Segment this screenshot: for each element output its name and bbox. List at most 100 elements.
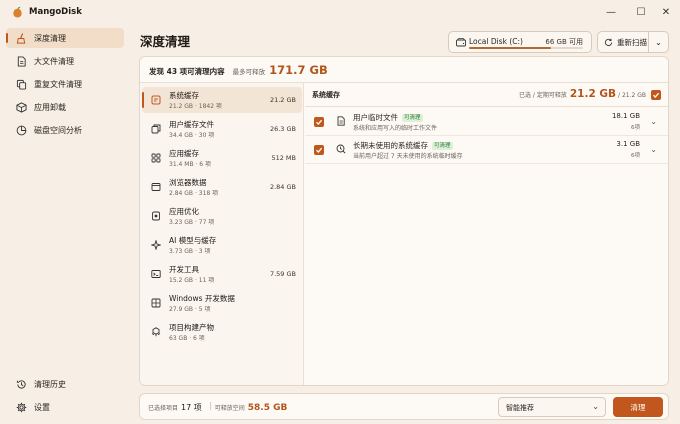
item-name: 用户临时文件 可清理: [353, 112, 423, 123]
item-size: 18.1 GB: [611, 112, 640, 120]
sidebar-item-disk-analysis[interactable]: 磁盘空间分析: [6, 120, 124, 140]
clock-search-icon: [336, 144, 346, 154]
selected-items-label: 已选择项目: [148, 405, 179, 412]
scan-summary: 发现 43 项可清理内容 最多可释放 171.7 GB: [149, 63, 328, 77]
item-name-text: 长期未使用的系统缓存: [353, 141, 428, 150]
sidebar-item-duplicates[interactable]: 重复文件清理: [6, 74, 124, 94]
document-icon: [336, 116, 346, 126]
maximize-button[interactable]: ☐: [631, 4, 651, 20]
disk-name: Local Disk (C:): [469, 37, 523, 46]
category-windows-dev-data[interactable]: Windows 开发数据 27.9 GB · 5 项: [142, 290, 302, 316]
category-details: 3.73 GB · 3 项: [169, 248, 211, 255]
mango-logo-icon: [13, 6, 22, 18]
rescan-button[interactable]: 重新扫描: [597, 31, 649, 53]
browser-icon: [151, 182, 161, 192]
selected-items-count: 17 项: [181, 403, 202, 412]
category-app-cache[interactable]: 应用缓存 31.4 MB · 6 项 512 MB: [142, 145, 302, 171]
sidebar-item-settings[interactable]: 设置: [6, 397, 124, 417]
rescan-label: 重新扫描: [617, 37, 647, 47]
reclaim-label: 可释放空间: [214, 405, 245, 412]
category-build-artifacts[interactable]: 项目构建产物 63 GB · 6 项: [142, 319, 302, 345]
checkmark-icon: [653, 92, 660, 98]
selection-stats: 已选择项目 17 项 可释放空间 58.5 GB: [148, 402, 287, 413]
category-name: AI 模型与缓存: [169, 236, 217, 245]
close-button[interactable]: ✕: [656, 4, 676, 20]
results-panel: 发现 43 项可清理内容 最多可释放 171.7 GB 系统缓存 21.2 GB…: [139, 56, 669, 386]
list-item[interactable]: 用户临时文件 可清理 系统和应用写入的临时工作文件 18.1 GB 6项 ⌄: [305, 108, 668, 136]
category-dev-tools[interactable]: 开发工具 15.2 GB · 11 项 7.59 GB: [142, 261, 302, 287]
selected-label: 已选 / 定期可释放: [519, 92, 567, 99]
clean-button[interactable]: 清理: [613, 397, 663, 417]
apps-grid-icon: [151, 153, 161, 163]
action-bar: 已选择项目 17 项 可释放空间 58.5 GB 智能推荐 ⌄ 清理: [139, 393, 669, 420]
copy-icon: [15, 78, 27, 90]
checkmark-icon: [316, 147, 323, 153]
item-description: 当前用户超过 7 天未使用的系统临时缓存: [353, 153, 463, 160]
sidebar-item-uninstall[interactable]: 应用卸载: [6, 97, 124, 117]
found-count: 发现 43 项可清理内容: [149, 67, 225, 76]
chevron-down-icon[interactable]: ⌄: [650, 117, 657, 126]
disk-free-space: 66 GB 可用: [545, 38, 583, 46]
category-name: 浏览器数据: [169, 178, 207, 187]
item-checkbox[interactable]: [314, 145, 324, 155]
history-icon: [15, 378, 27, 390]
detail-header: 系统缓存 已选 / 定期可释放 21.2 GB / 21.2 GB: [305, 83, 668, 107]
minimize-button[interactable]: —: [601, 4, 621, 20]
category-name: Windows 开发数据: [169, 294, 235, 303]
app-window: MangoDisk — ☐ ✕ 深度清理 大文件清理 重复文件清理 应用卸载 磁…: [0, 0, 680, 424]
select-all-checkbox[interactable]: [651, 90, 661, 100]
reclaim-value: 58.5 GB: [247, 403, 288, 413]
safe-tag: 可清理: [402, 113, 423, 122]
item-count: 6项: [631, 125, 640, 131]
page-title: 深度清理: [140, 34, 191, 49]
category-user-cache[interactable]: 用户缓存文件 34.4 GB · 30 项 26.3 GB: [142, 116, 302, 142]
rescan-options-dropdown[interactable]: ⌄: [649, 31, 669, 53]
separator: [209, 402, 211, 410]
sidebar-item-label: 大文件清理: [34, 56, 74, 66]
chevron-down-icon[interactable]: ⌄: [650, 145, 657, 154]
disk-usage-bar: [469, 47, 583, 49]
category-app-optimize[interactable]: 应用优化 3.23 GB · 77 项: [142, 203, 302, 229]
category-browser-data[interactable]: 浏览器数据 2.84 GB · 318 项 2.84 GB: [142, 174, 302, 200]
sidebar-item-history[interactable]: 清理历史: [6, 374, 124, 394]
optimize-icon: [151, 211, 161, 221]
chevron-down-icon: ⌄: [592, 402, 599, 411]
broom-icon: [15, 32, 27, 44]
category-size: 26.3 GB: [269, 125, 296, 133]
category-name: 应用缓存: [169, 149, 199, 158]
item-checkbox[interactable]: [314, 117, 324, 127]
category-size: 7.59 GB: [269, 270, 296, 278]
category-size: 2.84 GB: [269, 183, 296, 191]
detail-pane: 系统缓存 已选 / 定期可释放 21.2 GB / 21.2 GB 用户临时文件: [305, 83, 668, 385]
item-size: 3.1 GB: [616, 140, 640, 148]
list-item[interactable]: 长期未使用的系统缓存 可清理 当前用户超过 7 天未使用的系统临时缓存 3.1 …: [305, 136, 668, 164]
item-name: 长期未使用的系统缓存 可清理: [353, 140, 453, 151]
disk-selector[interactable]: Local Disk (C:) 66 GB 可用: [448, 31, 592, 53]
category-name: 项目构建产物: [169, 323, 214, 332]
category-size: 21.2 GB: [269, 96, 296, 104]
sidebar-item-label: 深度清理: [34, 33, 66, 43]
sidebar-item-label: 磁盘空间分析: [34, 125, 82, 135]
category-list: 系统缓存 21.2 GB · 1842 项 21.2 GB 用户缓存文件 34.…: [140, 83, 304, 385]
file-icon: [15, 55, 27, 67]
gear-icon: [15, 401, 27, 413]
category-system-cache[interactable]: 系统缓存 21.2 GB · 1842 项 21.2 GB: [142, 87, 302, 113]
item-name-text: 用户临时文件: [353, 113, 398, 122]
category-ai-models[interactable]: AI 模型与缓存 3.73 GB · 3 项: [142, 232, 302, 258]
category-name: 系统缓存: [169, 91, 199, 100]
sidebar-item-deep-clean[interactable]: 深度清理: [6, 28, 124, 48]
package-icon: [15, 101, 27, 113]
selected-total: / 21.2 GB: [618, 92, 646, 99]
pie-chart-icon: [15, 124, 27, 136]
sidebar-item-large-files[interactable]: 大文件清理: [6, 51, 124, 71]
sidebar: 深度清理 大文件清理 重复文件清理 应用卸载 磁盘空间分析 清理历史 设置: [0, 24, 130, 424]
reclaimable-label: 最多可释放: [232, 68, 266, 76]
category-details: 27.9 GB · 5 项: [169, 306, 211, 313]
category-details: 21.2 GB · 1842 项: [169, 103, 222, 110]
disk-usage-fill: [469, 47, 552, 49]
title-bar: MangoDisk — ☐ ✕: [0, 0, 680, 24]
drive-icon: [456, 38, 466, 47]
sidebar-item-label: 应用卸载: [34, 102, 66, 112]
category-name: 应用优化: [169, 207, 199, 216]
sort-select[interactable]: 智能推荐 ⌄: [498, 397, 606, 417]
